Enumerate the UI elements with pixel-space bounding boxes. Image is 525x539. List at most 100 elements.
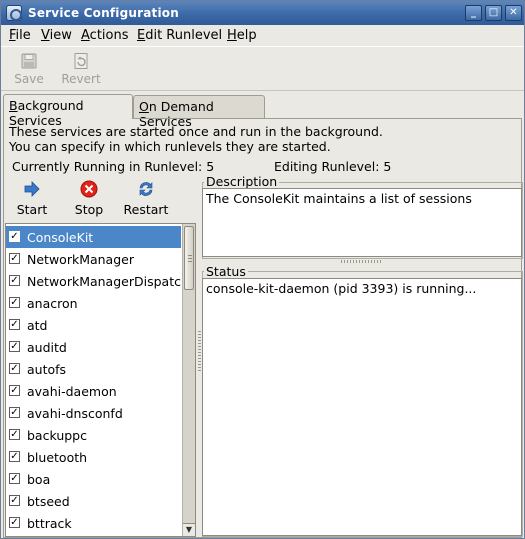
- save-button[interactable]: Save: [2, 49, 56, 89]
- service-enabled-checkbox[interactable]: ✓: [9, 363, 20, 374]
- tab-on-demand-services[interactable]: On Demand Services: [133, 95, 265, 129]
- service-list-scrollbar[interactable]: ▼: [182, 224, 195, 536]
- revert-button[interactable]: Revert: [54, 49, 108, 89]
- menu-view[interactable]: View: [41, 28, 72, 43]
- tab-background-services[interactable]: Background Services: [3, 94, 133, 128]
- service-row[interactable]: ✓ NetworkManagerDispatcher: [6, 270, 195, 292]
- app-icon: [6, 5, 22, 21]
- service-enabled-checkbox[interactable]: ✓: [9, 473, 20, 484]
- service-name: auditd: [27, 340, 67, 355]
- menu-help-label: elp: [236, 28, 257, 43]
- service-row[interactable]: ✓ bluetooth: [6, 446, 181, 468]
- service-name: NetworkManager: [27, 252, 134, 267]
- service-name: autofs: [27, 362, 67, 377]
- close-button[interactable]: ✕: [505, 5, 522, 21]
- stop-button[interactable]: Stop: [62, 180, 116, 220]
- service-name: atd: [27, 318, 48, 333]
- service-row[interactable]: ✓ anacron: [6, 292, 181, 314]
- tab-background-mnemonic: B: [9, 98, 18, 113]
- service-enabled-checkbox[interactable]: ✓: [9, 253, 20, 264]
- menu-help-mnemonic: H: [227, 28, 237, 43]
- description-text: The ConsoleKit maintains a list of sessi…: [202, 188, 522, 257]
- maximize-button[interactable]: □: [485, 5, 502, 21]
- service-row[interactable]: ✓ bttrack: [6, 512, 181, 534]
- save-label: Save: [14, 72, 44, 86]
- save-icon: [21, 53, 37, 69]
- minimize-button[interactable]: _: [465, 5, 482, 21]
- menu-actions-mnemonic: A: [81, 28, 90, 43]
- start-label: Start: [16, 202, 48, 217]
- scrollbar-thumb[interactable]: [184, 226, 194, 290]
- stop-label: Stop: [74, 202, 104, 217]
- info-text-line-1: These services are started once and run …: [9, 124, 383, 139]
- info-text-line-2: You can specify in which runlevels they …: [9, 139, 331, 154]
- service-name: boa: [27, 472, 51, 487]
- thumb-grip: [188, 261, 192, 262]
- menu-view-mnemonic: V: [41, 28, 50, 43]
- service-name: bttrack: [27, 516, 72, 531]
- service-enabled-checkbox[interactable]: ✓: [9, 517, 20, 528]
- restart-button[interactable]: Restart: [118, 180, 174, 220]
- service-name: anacron: [27, 296, 78, 311]
- service-name: avahi-daemon: [27, 384, 117, 399]
- service-enabled-checkbox[interactable]: ✓: [9, 297, 20, 308]
- service-enabled-checkbox[interactable]: ✓: [9, 429, 20, 440]
- service-enabled-checkbox[interactable]: ✓: [9, 341, 20, 352]
- menu-edit-runlevel-mnemonic: E: [137, 28, 146, 43]
- service-row[interactable]: ✓ boa: [6, 468, 181, 490]
- service-enabled-checkbox[interactable]: ✓: [9, 231, 20, 242]
- tab-on-demand-mnemonic: O: [139, 99, 149, 114]
- menu-bar: File View Actions Edit Runlevel Help: [1, 25, 524, 46]
- title-bar[interactable]: Service Configuration _ □ ✕: [1, 1, 524, 25]
- menu-view-label: iew: [49, 28, 72, 43]
- service-name: backuppc: [27, 428, 87, 443]
- service-row[interactable]: ✓ btseed: [6, 490, 181, 512]
- thumb-grip: [188, 258, 192, 259]
- service-list[interactable]: ✓ ConsoleKit ✓ NetworkManager ✓ NetworkManage…: [5, 223, 196, 537]
- menu-actions[interactable]: Actions: [81, 28, 129, 43]
- window-title: Service Configuration: [28, 6, 179, 20]
- status-text: console-kit-daemon (pid 3393) is running…: [202, 278, 522, 536]
- menu-edit-runlevel[interactable]: Edit Runlevel: [137, 28, 222, 43]
- menu-file[interactable]: File: [9, 28, 31, 43]
- service-name: avahi-dnsconfd: [27, 406, 123, 421]
- tab-bar: Background Services On Demand Services: [1, 94, 524, 129]
- service-name: ConsoleKit: [27, 230, 94, 245]
- stop-icon: [80, 180, 98, 198]
- service-enabled-checkbox[interactable]: ✓: [9, 407, 20, 418]
- revert-icon: [74, 53, 88, 69]
- status-label: Status: [204, 264, 248, 279]
- restart-label: Restart: [123, 202, 169, 217]
- service-enabled-checkbox[interactable]: ✓: [9, 275, 20, 286]
- service-name: NetworkManagerDispatcher: [27, 274, 196, 289]
- menu-edit-runlevel-label: dit Runlevel: [145, 28, 223, 43]
- pane-resize-handle[interactable]: [198, 331, 201, 371]
- service-row[interactable]: ✓ avahi-dnsconfd: [6, 402, 181, 424]
- service-enabled-checkbox[interactable]: ✓: [9, 451, 20, 462]
- service-row[interactable]: ✓ backuppc: [6, 424, 181, 446]
- current-runlevel-label: Currently Running in Runlevel: 5: [12, 159, 215, 174]
- description-status-resize-handle[interactable]: [341, 260, 381, 263]
- menu-help[interactable]: Help: [227, 28, 257, 43]
- menu-actions-label: ctions: [89, 28, 129, 43]
- service-configuration-window: Service Configuration _ □ ✕ File View Ac…: [0, 0, 525, 539]
- service-row[interactable]: ✓ avahi-daemon: [6, 380, 181, 402]
- service-name: btseed: [27, 494, 70, 509]
- menu-file-label: ile: [15, 28, 31, 43]
- service-row[interactable]: ✓ atd: [6, 314, 181, 336]
- revert-label: Revert: [61, 72, 101, 86]
- description-label: Description: [204, 174, 280, 189]
- service-row[interactable]: ✓ auditd: [6, 336, 181, 358]
- toolbar: Save Revert: [1, 46, 524, 91]
- start-button[interactable]: Start: [5, 180, 59, 220]
- service-row[interactable]: ✓ autofs: [6, 358, 181, 380]
- service-enabled-checkbox[interactable]: ✓: [9, 385, 20, 396]
- service-enabled-checkbox[interactable]: ✓: [9, 319, 20, 330]
- refresh-icon: [139, 182, 153, 196]
- service-row[interactable]: ✓ ConsoleKit: [6, 226, 181, 248]
- service-enabled-checkbox[interactable]: ✓: [9, 495, 20, 506]
- service-name: bluetooth: [27, 450, 88, 465]
- scroll-down-button[interactable]: ▼: [183, 523, 195, 536]
- editing-runlevel-label: Editing Runlevel: 5: [274, 159, 392, 174]
- service-row[interactable]: ✓ NetworkManager: [6, 248, 181, 270]
